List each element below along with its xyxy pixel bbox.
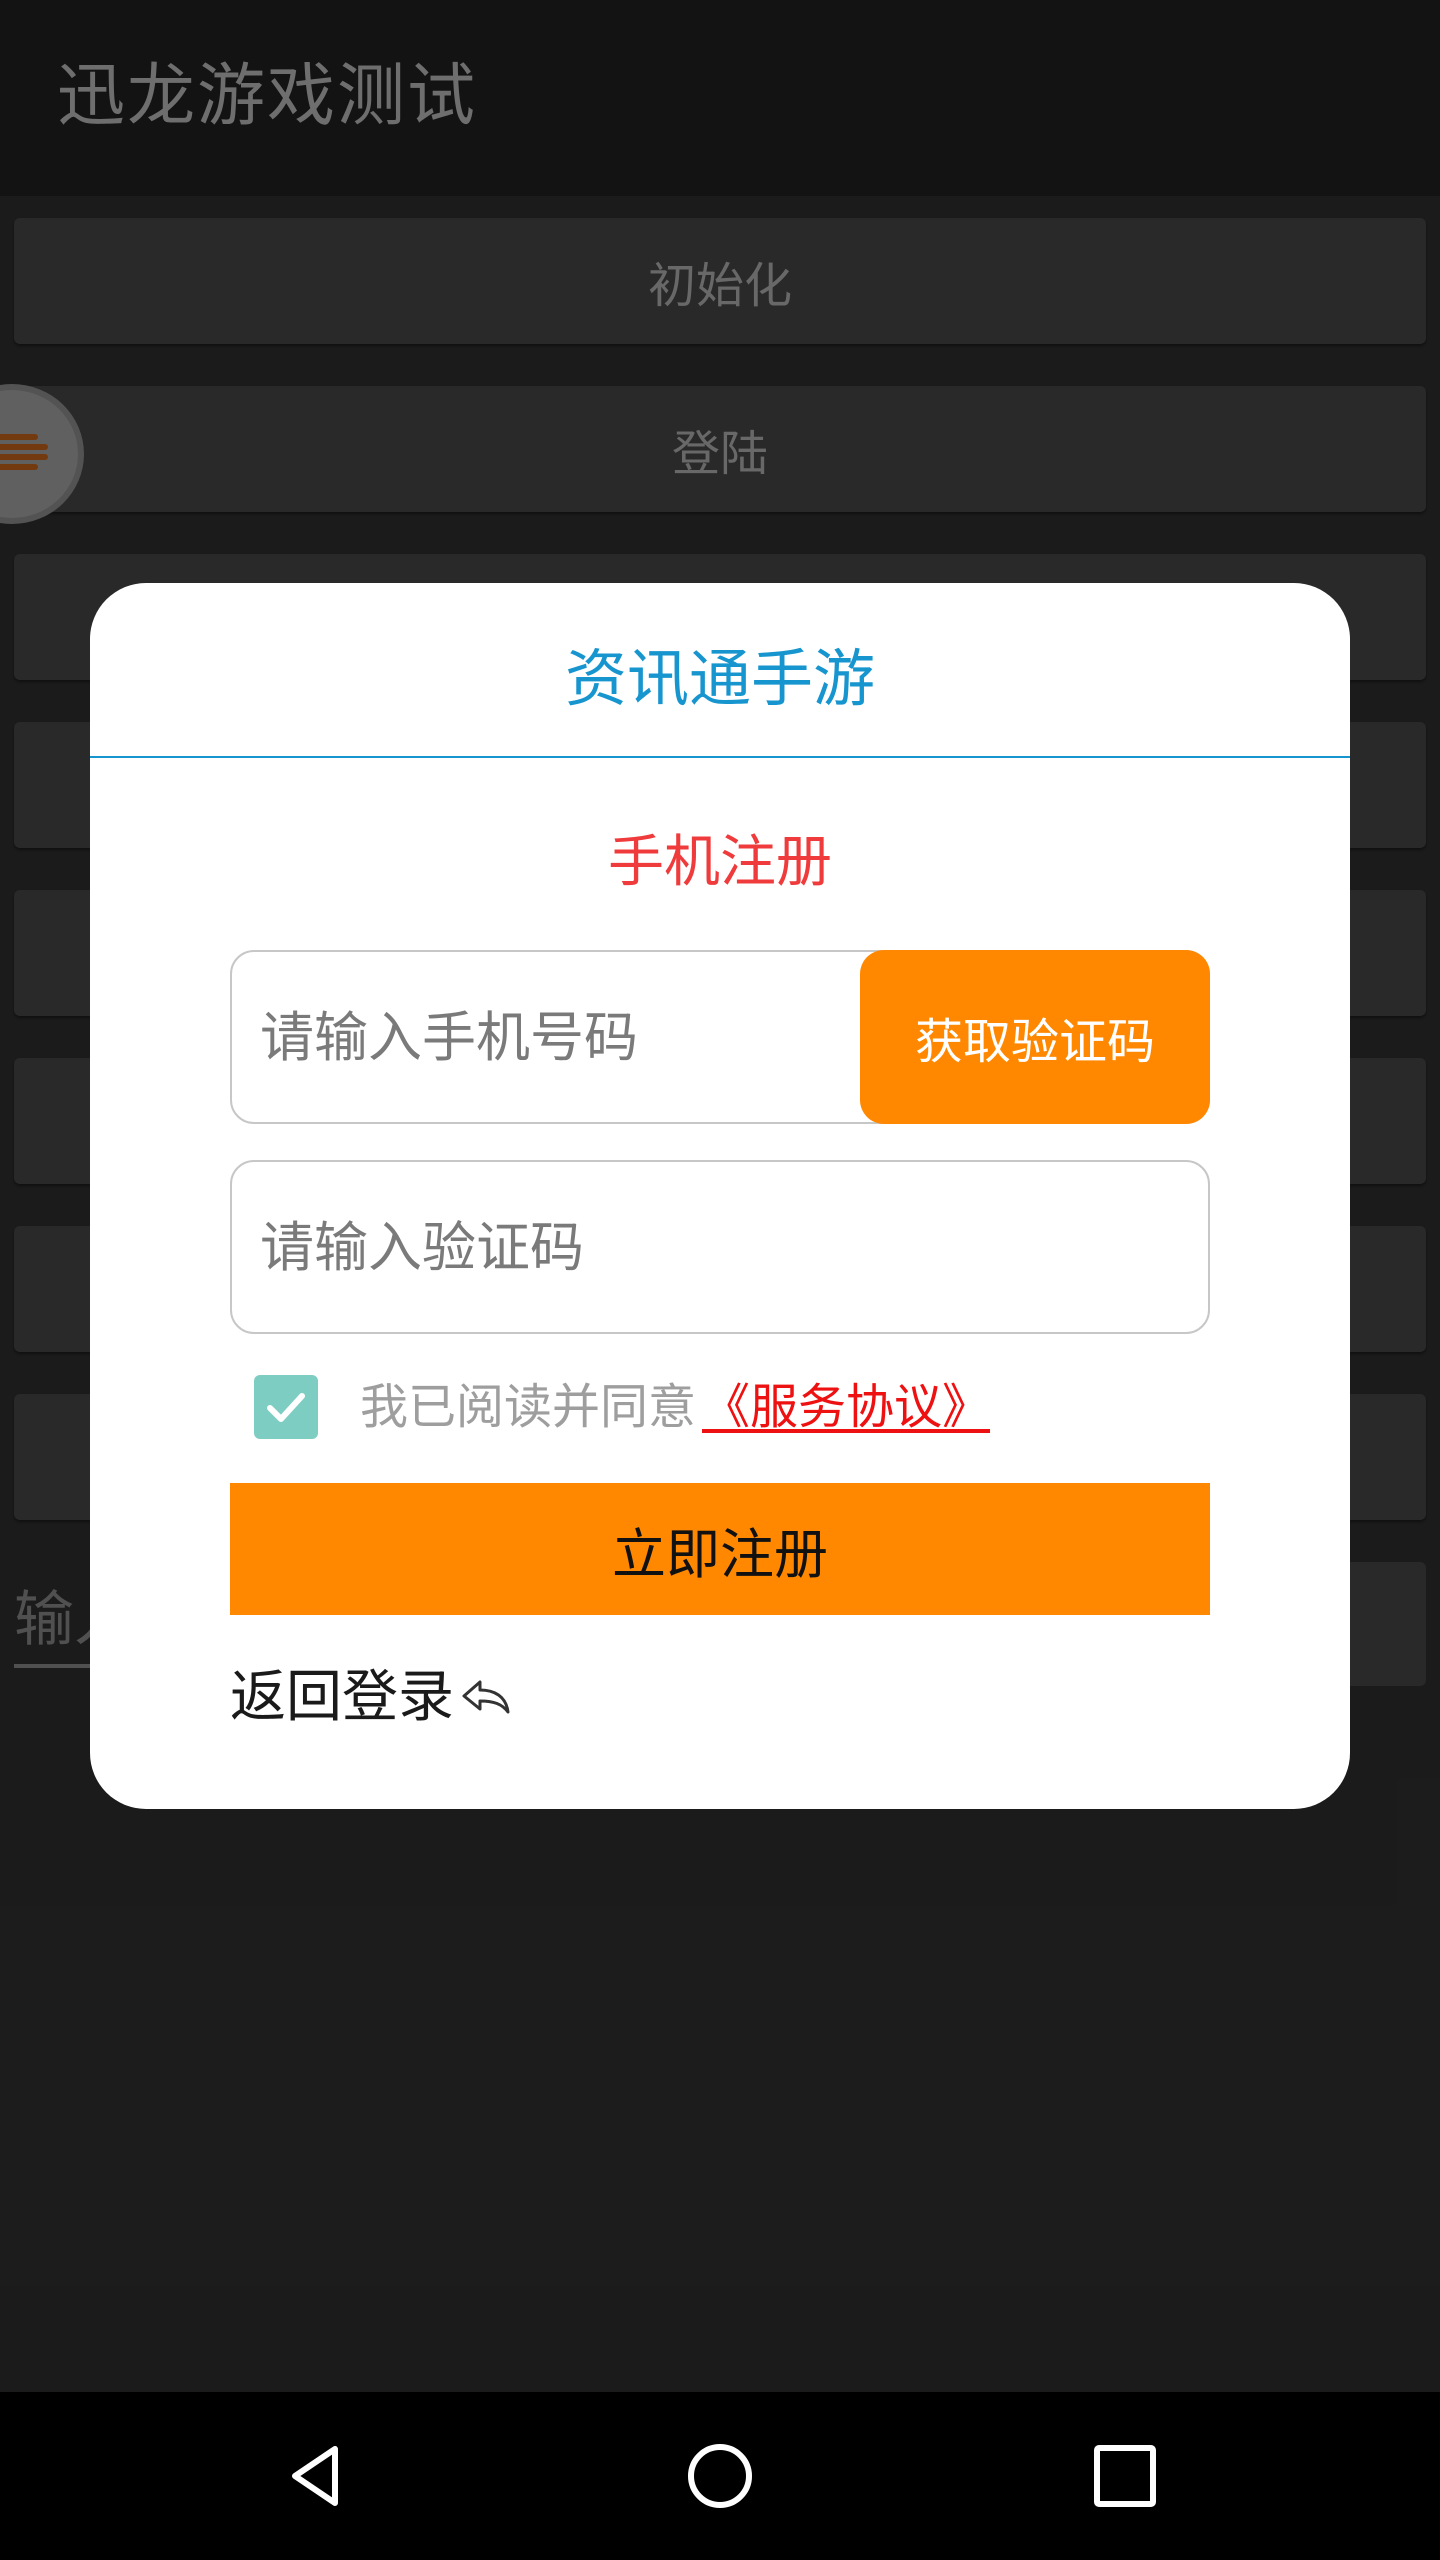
dialog-subtitle: 手机注册	[608, 830, 832, 895]
system-nav-bar	[0, 2392, 1440, 2560]
get-code-button[interactable]: 获取验证码	[860, 950, 1210, 1124]
nav-recents-button[interactable]	[1075, 2426, 1175, 2526]
register-dialog: 资讯通手游 手机注册 获取验证码 我已阅读并同意 《服务协议》 立即注册 返回登…	[90, 583, 1350, 1809]
recents-square-icon	[1094, 2445, 1156, 2507]
code-input[interactable]	[260, 1162, 1160, 1332]
agree-text: 我已阅读并同意	[360, 1379, 697, 1435]
service-agreement-link[interactable]: 《服务协议》	[702, 1375, 990, 1439]
nav-back-button[interactable]	[266, 2426, 366, 2526]
nav-home-button[interactable]	[670, 2426, 770, 2526]
back-to-login-label: 返回登录	[230, 1665, 454, 1730]
register-button[interactable]: 立即注册	[230, 1483, 1210, 1615]
dialog-title: 资讯通手游	[564, 642, 875, 715]
reply-arrow-icon	[462, 1680, 510, 1714]
phone-input[interactable]	[260, 952, 820, 1122]
code-field	[230, 1160, 1210, 1334]
back-triangle-icon	[292, 2446, 338, 2506]
checkmark-icon	[267, 1393, 305, 1422]
back-to-login[interactable]: 返回登录	[230, 1658, 512, 1738]
home-circle-icon	[688, 2444, 752, 2508]
agree-checkbox[interactable]	[254, 1375, 318, 1439]
title-divider	[90, 756, 1350, 758]
